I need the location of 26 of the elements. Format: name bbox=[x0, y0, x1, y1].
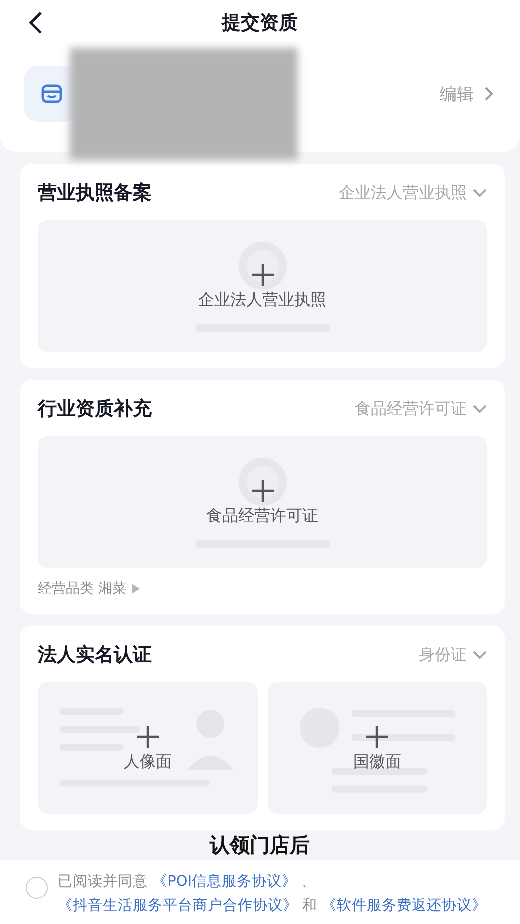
chevron-down-icon bbox=[473, 188, 487, 198]
agreement-link[interactable]: 《软件服务费返还协议》 bbox=[322, 898, 488, 914]
plus-icon bbox=[364, 724, 390, 750]
chevron-right-icon bbox=[484, 86, 494, 102]
section-title: 行业资质补充 bbox=[38, 397, 152, 422]
page-title: 提交资质 bbox=[222, 11, 298, 36]
agreement-text: 已阅读并同意 《POI信息服务协议》 、 《抖音生活服务平台商户合作协议》 和 《软件服务费返还协议》 bbox=[58, 872, 488, 916]
agree-checkbox[interactable] bbox=[26, 877, 48, 899]
triangle-right-icon bbox=[132, 584, 140, 594]
back-icon bbox=[29, 11, 43, 35]
upload-button[interactable]: 企业法人营业执照 bbox=[38, 220, 487, 352]
edit-button[interactable]: 编辑 bbox=[440, 82, 494, 106]
plus-icon bbox=[250, 262, 276, 288]
upload-button[interactable]: 人像面 bbox=[38, 682, 258, 814]
chevron-down-icon bbox=[473, 650, 487, 660]
chevron-down-icon bbox=[473, 404, 487, 414]
category-link[interactable]: 经营品类 湘菜 bbox=[38, 580, 140, 598]
video-caption: 认领门店后 bbox=[210, 833, 310, 857]
agreement-link[interactable]: 《抖音生活服务平台商户合作协议》 bbox=[58, 898, 298, 914]
section-title: 营业执照备案 bbox=[38, 181, 152, 206]
agreement-link[interactable]: 《POI信息服务协议》 bbox=[152, 874, 298, 890]
upload-button[interactable]: 国徽面 bbox=[268, 682, 487, 814]
upload-button[interactable]: 食品经营许可证 bbox=[38, 436, 487, 568]
plus-icon bbox=[250, 478, 276, 504]
section-title: 法人实名认证 bbox=[38, 643, 152, 668]
plus-icon bbox=[134, 724, 161, 750]
